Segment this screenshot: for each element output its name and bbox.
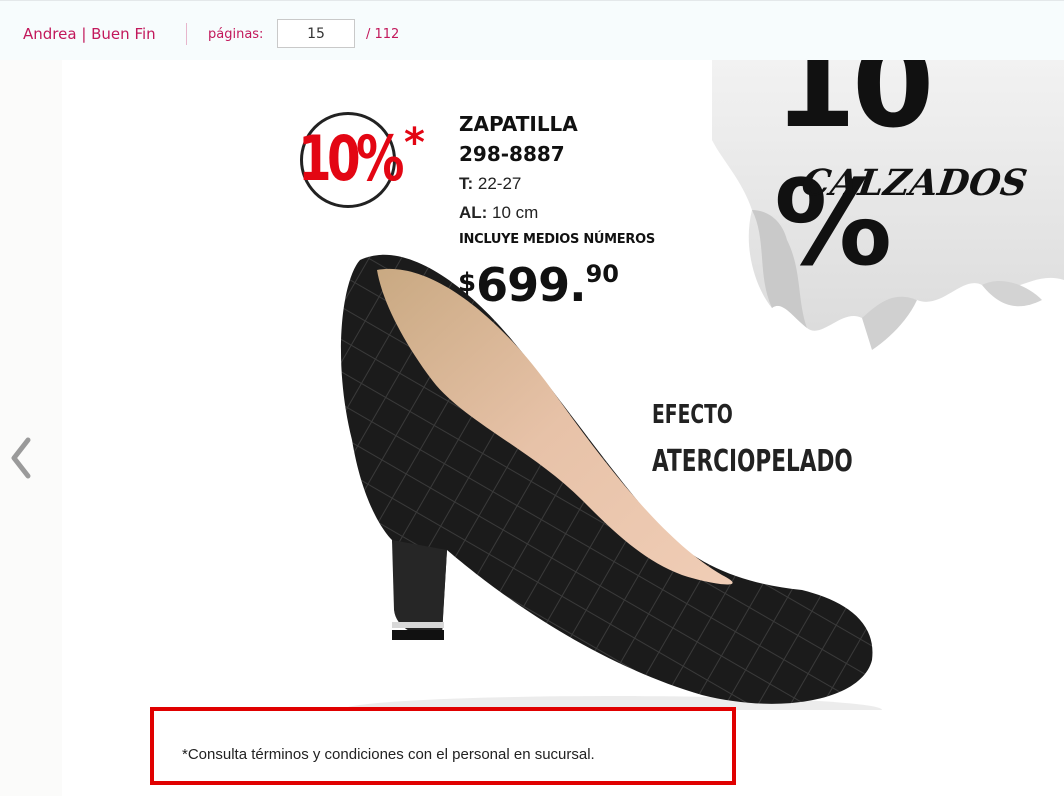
- effect-label-line1: EFECTO: [652, 400, 733, 430]
- chevron-left-icon: [11, 437, 31, 479]
- size-label: T:: [459, 174, 474, 193]
- product-heel-height: AL: 10 cm: [459, 203, 538, 223]
- total-pages: / 112: [366, 27, 400, 42]
- size-value: 22-27: [473, 174, 522, 193]
- pages-label: páginas:: [208, 27, 264, 42]
- discount-badge-text: 10%: [298, 122, 404, 195]
- toolbar-divider: [186, 23, 187, 45]
- previous-page-button[interactable]: [4, 432, 38, 484]
- catalog-page: 10 % CALZADOS 10% * ZAPATILLA 298-8887 T…: [62, 60, 1064, 796]
- discount-asterisk: *: [404, 120, 425, 166]
- document-title[interactable]: Andrea | Buen Fin: [23, 25, 156, 43]
- catalog-viewer: 10 % CALZADOS 10% * ZAPATILLA 298-8887 T…: [0, 60, 1064, 796]
- height-label: AL:: [459, 203, 488, 222]
- product-size: T: 22-27: [459, 174, 521, 194]
- promo-category: CALZADOS: [799, 162, 1030, 204]
- product-name: ZAPATILLA: [459, 112, 578, 136]
- terms-notice: *Consulta términos y condiciones con el …: [182, 746, 595, 763]
- top-toolbar: Andrea | Buen Fin páginas: / 112: [0, 0, 1064, 61]
- page-number-input[interactable]: [277, 19, 355, 48]
- product-code: 298-8887: [459, 142, 565, 166]
- height-value: 10 cm: [487, 203, 539, 222]
- effect-label-line2: ATERCIOPELADO: [652, 444, 853, 479]
